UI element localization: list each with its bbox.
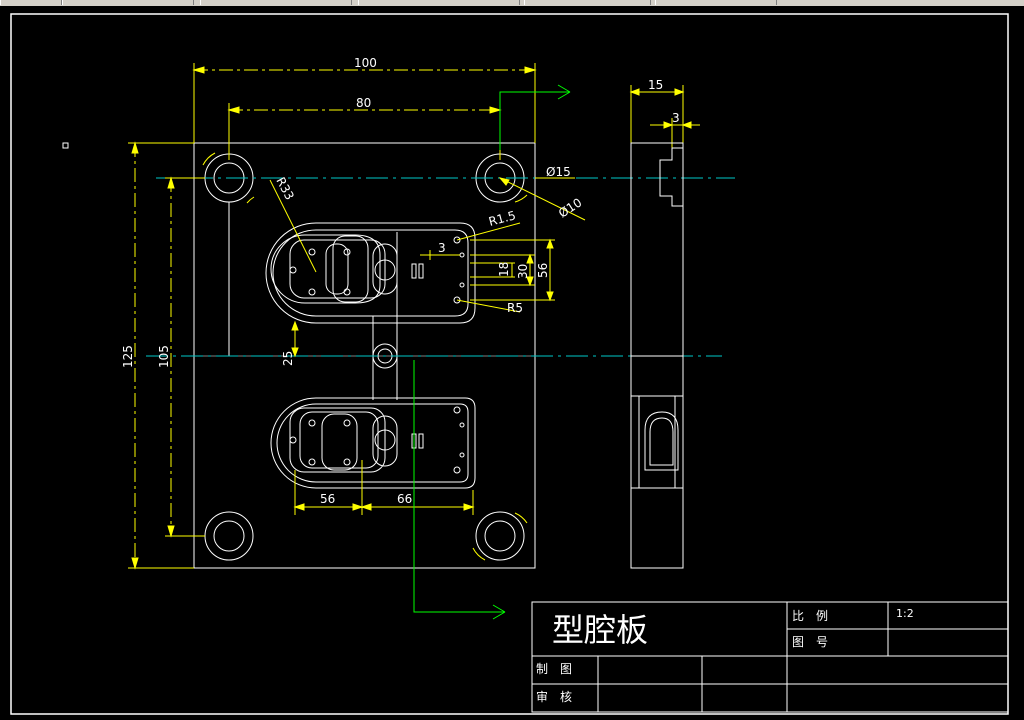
side-view [630, 142, 684, 569]
scale-label: 比 例 [792, 609, 828, 623]
toolbar-segment[interactable] [524, 0, 651, 5]
toolbar-segment[interactable] [62, 0, 194, 5]
drawing-title: 型腔板 [552, 611, 648, 649]
drawn-by-label: 制 图 [536, 662, 572, 676]
toolbar-segment[interactable] [358, 0, 520, 5]
dim-offset-center: 25 [281, 351, 295, 366]
dim-radius-large: R33 [273, 175, 296, 202]
toolbar-segment[interactable] [655, 0, 777, 5]
toolbar-segment[interactable] [0, 0, 62, 5]
lower-cavity [270, 397, 476, 489]
checked-by-label: 审 核 [536, 689, 572, 704]
dim-hole-spacing-y: 105 [157, 345, 171, 368]
toolbar-segment[interactable] [200, 0, 352, 5]
dim-side-thickness: 15 [648, 78, 663, 92]
dim-corner-radius: R1.5 [487, 208, 517, 229]
upper-cavity [265, 222, 476, 324]
cad-drawing-canvas[interactable]: 100 80 125 105 R33 Ø15 Ø10 R1.5 3 18 30 … [0, 6, 1024, 720]
dim-width-overall: 100 [354, 56, 377, 70]
centerlines [146, 177, 735, 357]
drawing-no-label: 图 号 [792, 635, 828, 649]
dim-slot-height: 18 [497, 262, 511, 277]
cursor-pickbox [62, 142, 69, 149]
dim-small-radius: R5 [507, 301, 523, 315]
dim-height-overall: 125 [121, 345, 135, 368]
dim-hole-diameter-outer: Ø15 [546, 165, 571, 179]
dimension-texts: 100 80 125 105 R33 Ø15 Ø10 R1.5 3 18 30 … [121, 56, 680, 506]
dim-hole-diameter-inner: Ø10 [556, 195, 584, 220]
dim-cavity-width-left: 56 [320, 492, 335, 506]
scale-value: 1:2 [896, 607, 914, 620]
dim-inner-height: 30 [516, 264, 530, 279]
dim-small-offset: 3 [438, 241, 446, 255]
dim-cavity-width-right: 66 [397, 492, 412, 506]
dim-side-step: 3 [672, 111, 680, 125]
guide-hole [204, 511, 254, 561]
dim-pocket-height: 56 [536, 263, 550, 278]
guide-hole [475, 511, 525, 561]
dim-hole-spacing-x: 80 [356, 96, 371, 110]
